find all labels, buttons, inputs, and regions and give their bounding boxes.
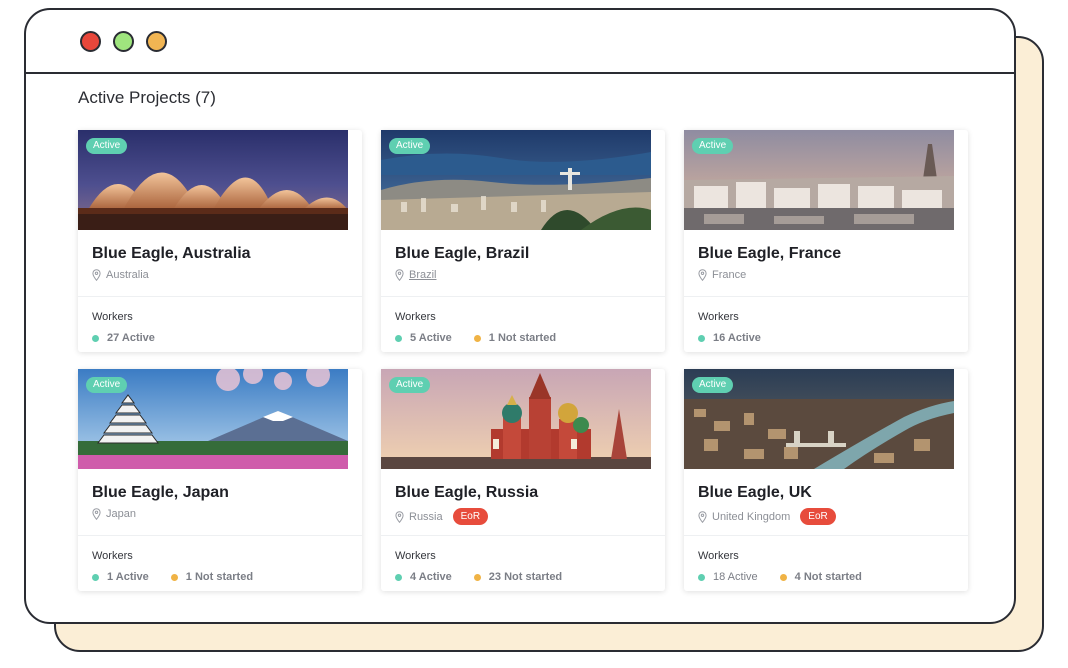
status-badge: Active bbox=[389, 377, 431, 393]
location-pin-icon bbox=[395, 510, 404, 523]
location-pin-icon bbox=[92, 508, 101, 520]
page-title: Active Projects (7) bbox=[78, 88, 216, 107]
card-divider bbox=[381, 535, 665, 536]
worker-stats: 1 Active 1 Not started bbox=[92, 571, 275, 583]
project-card-france[interactable]: Active Blue Eagle, France France Workers… bbox=[684, 130, 968, 352]
active-status-dot bbox=[698, 573, 705, 581]
app-window: Active Projects (7) Active Blue Eagle, A… bbox=[24, 8, 1016, 624]
active-workers: 5 Active bbox=[395, 332, 452, 344]
workers-label: Workers bbox=[395, 550, 436, 562]
workers-label: Workers bbox=[698, 311, 739, 323]
not-started-status-dot bbox=[170, 573, 178, 581]
location-text: France bbox=[712, 269, 747, 281]
eor-badge: EoR bbox=[452, 508, 489, 525]
project-title[interactable]: Blue Eagle, France bbox=[698, 245, 841, 263]
eor-badge: EoR bbox=[800, 508, 836, 525]
not-started-status-dot bbox=[473, 573, 481, 581]
status-badge: Active bbox=[86, 377, 128, 393]
not-started-workers: 1 Not started bbox=[170, 571, 253, 583]
active-status-dot bbox=[92, 573, 99, 581]
status-badge: Active bbox=[389, 138, 431, 154]
active-status-dot bbox=[395, 334, 402, 342]
not-started-status-dot bbox=[779, 573, 787, 581]
minimize-window-button[interactable] bbox=[146, 31, 167, 52]
card-divider bbox=[684, 296, 968, 297]
workers-label: Workers bbox=[395, 311, 436, 323]
active-status-dot bbox=[395, 573, 402, 581]
card-divider bbox=[684, 535, 968, 536]
worker-stats: 5 Active 1 Not started bbox=[395, 332, 578, 344]
card-divider bbox=[78, 296, 362, 297]
project-card-russia[interactable]: Active Blue Eagle, Russia Russia EoR Wor… bbox=[381, 369, 665, 591]
close-window-button[interactable] bbox=[80, 31, 101, 52]
not-started-workers: 23 Not started bbox=[473, 571, 562, 583]
workers-label: Workers bbox=[698, 550, 739, 562]
not-started-status-dot bbox=[473, 334, 481, 342]
status-badge: Active bbox=[692, 138, 734, 154]
worker-stats: 16 Active bbox=[698, 332, 783, 344]
active-workers: 16 Active bbox=[698, 332, 761, 344]
card-divider bbox=[381, 296, 665, 297]
worker-stats: 27 Active bbox=[92, 332, 177, 344]
card-divider bbox=[78, 535, 362, 536]
project-title[interactable]: Blue Eagle, Russia bbox=[395, 484, 538, 502]
project-title[interactable]: Blue Eagle, Australia bbox=[92, 245, 251, 263]
not-started-workers: 4 Not started bbox=[779, 571, 862, 583]
active-workers: 27 Active bbox=[92, 332, 155, 344]
title-bar bbox=[26, 10, 1014, 74]
project-location: Japan bbox=[92, 508, 136, 520]
location-text: Australia bbox=[106, 269, 149, 281]
location-text: Brazil bbox=[409, 269, 437, 281]
project-location: United Kingdom EoR bbox=[698, 508, 836, 525]
location-text: Russia bbox=[409, 510, 443, 523]
worker-stats: 4 Active 23 Not started bbox=[395, 571, 584, 583]
status-badge: Active bbox=[86, 138, 128, 154]
location-pin-icon bbox=[698, 510, 707, 523]
workers-label: Workers bbox=[92, 311, 133, 323]
project-card-japan[interactable]: Active Blue Eagle, Japan Japan Workers 1… bbox=[78, 369, 362, 591]
project-card-uk[interactable]: Active Blue Eagle, UK United Kingdom EoR… bbox=[684, 369, 968, 591]
project-title[interactable]: Blue Eagle, UK bbox=[698, 484, 812, 502]
project-card-australia[interactable]: Active Blue Eagle, Australia Australia W… bbox=[78, 130, 362, 352]
project-title[interactable]: Blue Eagle, Brazil bbox=[395, 245, 529, 263]
location-pin-icon bbox=[698, 269, 707, 281]
project-location: Brazil bbox=[395, 269, 437, 281]
location-text: Japan bbox=[106, 508, 136, 520]
project-location: France bbox=[698, 269, 746, 281]
not-started-workers: 1 Not started bbox=[473, 332, 556, 344]
active-workers: 1 Active bbox=[92, 571, 149, 583]
active-status-dot bbox=[92, 334, 99, 342]
worker-stats: 18 Active 4 Not started bbox=[698, 571, 884, 583]
maximize-window-button[interactable] bbox=[113, 31, 134, 52]
project-location: Australia bbox=[92, 269, 149, 281]
location-pin-icon bbox=[92, 269, 101, 281]
active-status-dot bbox=[698, 334, 705, 342]
project-title[interactable]: Blue Eagle, Japan bbox=[92, 484, 229, 502]
workers-label: Workers bbox=[92, 550, 133, 562]
active-workers: 18 Active bbox=[698, 571, 758, 583]
project-card-brazil[interactable]: Active Blue Eagle, Brazil Brazil Workers… bbox=[381, 130, 665, 352]
active-workers: 4 Active bbox=[395, 571, 452, 583]
status-badge: Active bbox=[692, 377, 734, 393]
location-text: United Kingdom bbox=[712, 510, 791, 523]
location-pin-icon bbox=[395, 269, 404, 281]
project-location: Russia EoR bbox=[395, 508, 489, 525]
